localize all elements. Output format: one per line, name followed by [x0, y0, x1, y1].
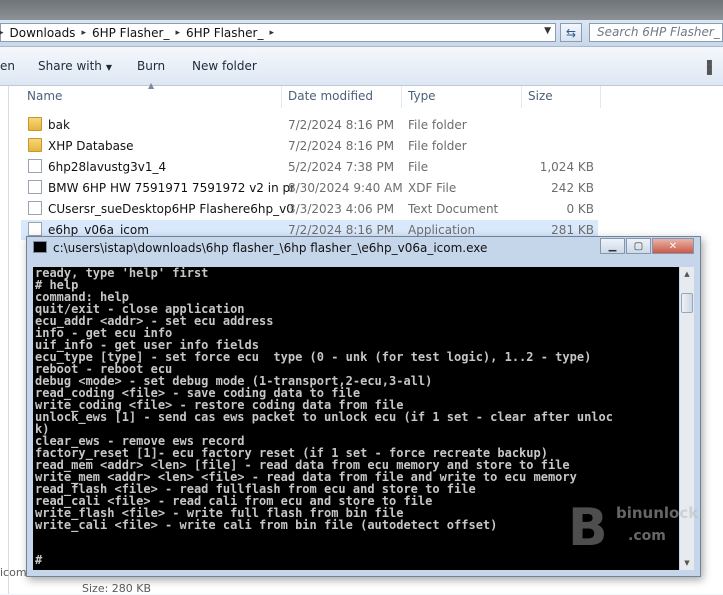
- list-item[interactable]: XHP Database 7/2/2024 8:16 PM File folde…: [21, 136, 598, 156]
- window-controls: ▁ ▢ ✕: [599, 238, 694, 254]
- folder-icon: [28, 138, 42, 152]
- folder-icon: [28, 117, 42, 131]
- close-button[interactable]: ✕: [652, 238, 694, 254]
- breadcrumb-6hp-flasher-current[interactable]: 6HP Flasher_: [186, 26, 263, 40]
- share-with-button[interactable]: Share with ▼: [38, 59, 112, 73]
- details-pane-size: Size: 280 KB: [82, 582, 152, 595]
- close-icon: ✕: [668, 240, 678, 252]
- file-name: XHP Database: [48, 139, 134, 153]
- new-folder-button[interactable]: New folder: [192, 59, 257, 73]
- file-date: 3/3/2023 4:06 PM: [288, 202, 395, 216]
- toolbar-partial-button[interactable]: en: [0, 59, 15, 73]
- chevron-down-icon: ▼: [105, 63, 113, 72]
- column-divider[interactable]: [600, 86, 601, 108]
- watermark-text: .com: [628, 528, 666, 544]
- file-name: 6hp28lavustg3v1_4: [48, 160, 167, 174]
- file-date: 5/2/2024 7:38 PM: [288, 160, 395, 174]
- file-type: File: [408, 160, 429, 174]
- file-type: Application: [408, 223, 476, 237]
- breadcrumb: ▸ Downloads ▸ 6HP Flasher_ ▸ 6HP Flasher…: [0, 24, 280, 41]
- file-date: 7/2/2024 8:16 PM: [288, 118, 395, 132]
- console-prompt[interactable]: #: [35, 553, 42, 567]
- console-text: ready, type 'help' first # help command:…: [35, 267, 613, 532]
- sort-ascending-icon: ▲: [148, 81, 155, 90]
- search-input[interactable]: Search 6HP Flasher_: [589, 23, 723, 42]
- column-divider[interactable]: [281, 86, 282, 108]
- console-title-bar[interactable]: c:\users\istap\downloads\6hp flasher_\6h…: [33, 241, 593, 261]
- minimize-button[interactable]: ▁: [600, 238, 625, 254]
- file-size: 242 KB: [551, 181, 594, 195]
- file-name: BMW 6HP HW 7591971 7591972 v2 in pro...: [48, 181, 294, 195]
- address-bar[interactable]: ▸ Downloads ▸ 6HP Flasher_ ▸ 6HP Flasher…: [0, 23, 556, 42]
- list-item[interactable]: BMW 6HP HW 7591971 7591972 v2 in pro... …: [21, 178, 598, 198]
- file-size: 1,024 KB: [539, 160, 594, 174]
- address-dropdown-icon[interactable]: ▼: [544, 26, 551, 36]
- cmd-icon: [33, 241, 47, 253]
- file-icon: [28, 159, 42, 173]
- list-item[interactable]: CUsersr_sueDesktop6HP Flashere6hp_v06...…: [21, 199, 598, 219]
- console-title: c:\users\istap\downloads\6hp flasher_\6h…: [53, 241, 488, 255]
- navigation-pane: [0, 86, 9, 594]
- column-divider[interactable]: [401, 86, 402, 108]
- details-pane-name-fragment: icom: [0, 566, 27, 579]
- file-date: 7/2/2024 8:16 PM: [288, 223, 395, 237]
- view-options-icon[interactable]: ▪ ▪ ▪: [706, 58, 713, 78]
- file-type: XDF File: [408, 181, 457, 195]
- breadcrumb-chevron-icon[interactable]: ▸: [269, 28, 274, 38]
- command-bar: en Share with ▼ Burn New folder: [0, 47, 723, 86]
- text-file-icon: [28, 201, 42, 215]
- file-type: File folder: [408, 118, 467, 132]
- watermark-b-glyph: B: [568, 498, 608, 558]
- address-row: ▸ Downloads ▸ 6HP Flasher_ ▸ 6HP Flasher…: [0, 20, 723, 47]
- file-icon: [28, 180, 42, 194]
- file-date: 7/2/2024 8:16 PM: [288, 139, 395, 153]
- column-size[interactable]: Size: [528, 89, 553, 103]
- column-divider[interactable]: [521, 86, 522, 108]
- breadcrumb-chevron-icon[interactable]: ▸: [175, 28, 180, 38]
- minimize-icon: ▁: [608, 240, 617, 252]
- file-date: 8/30/2024 9:40 AM: [288, 181, 403, 195]
- breadcrumb-downloads[interactable]: Downloads: [10, 26, 76, 40]
- maximize-button[interactable]: ▢: [626, 238, 651, 254]
- file-name: bak: [48, 118, 70, 132]
- breadcrumb-chevron-icon[interactable]: ▸: [81, 28, 86, 38]
- burn-button[interactable]: Burn: [137, 59, 165, 73]
- refresh-icon: ⇆: [565, 25, 577, 40]
- scroll-up-icon[interactable]: ▲: [680, 267, 694, 281]
- column-name[interactable]: Name: [27, 89, 62, 103]
- share-with-label: Share with: [38, 59, 102, 73]
- watermark-text: binunlock: [616, 504, 699, 522]
- watermark-logo: B binunlock .com: [560, 492, 720, 562]
- refresh-button[interactable]: ⇆: [560, 23, 582, 42]
- column-type[interactable]: Type: [408, 89, 436, 103]
- scrollbar-thumb[interactable]: [681, 293, 693, 313]
- column-headers: Name Date modified Type Size: [9, 86, 601, 108]
- file-size: 281 KB: [551, 223, 594, 237]
- maximize-icon: ▢: [633, 240, 644, 252]
- window-top-strip: [0, 0, 723, 20]
- list-item[interactable]: 6hp28lavustg3v1_4 5/2/2024 7:38 PM File …: [21, 157, 598, 177]
- file-name: CUsersr_sueDesktop6HP Flashere6hp_v06...: [48, 202, 294, 216]
- file-name: e6hp_v06a_icom: [48, 223, 149, 237]
- breadcrumb-chevron-icon: ▸: [0, 27, 4, 38]
- file-type: Text Document: [408, 202, 499, 216]
- file-type: File folder: [408, 139, 467, 153]
- list-item[interactable]: bak 7/2/2024 8:16 PM File folder: [21, 115, 598, 135]
- column-date-modified[interactable]: Date modified: [288, 89, 373, 103]
- file-size: 0 KB: [566, 202, 594, 216]
- app-icon: [28, 222, 42, 236]
- breadcrumb-6hp-flasher-parent[interactable]: 6HP Flasher_: [92, 26, 169, 40]
